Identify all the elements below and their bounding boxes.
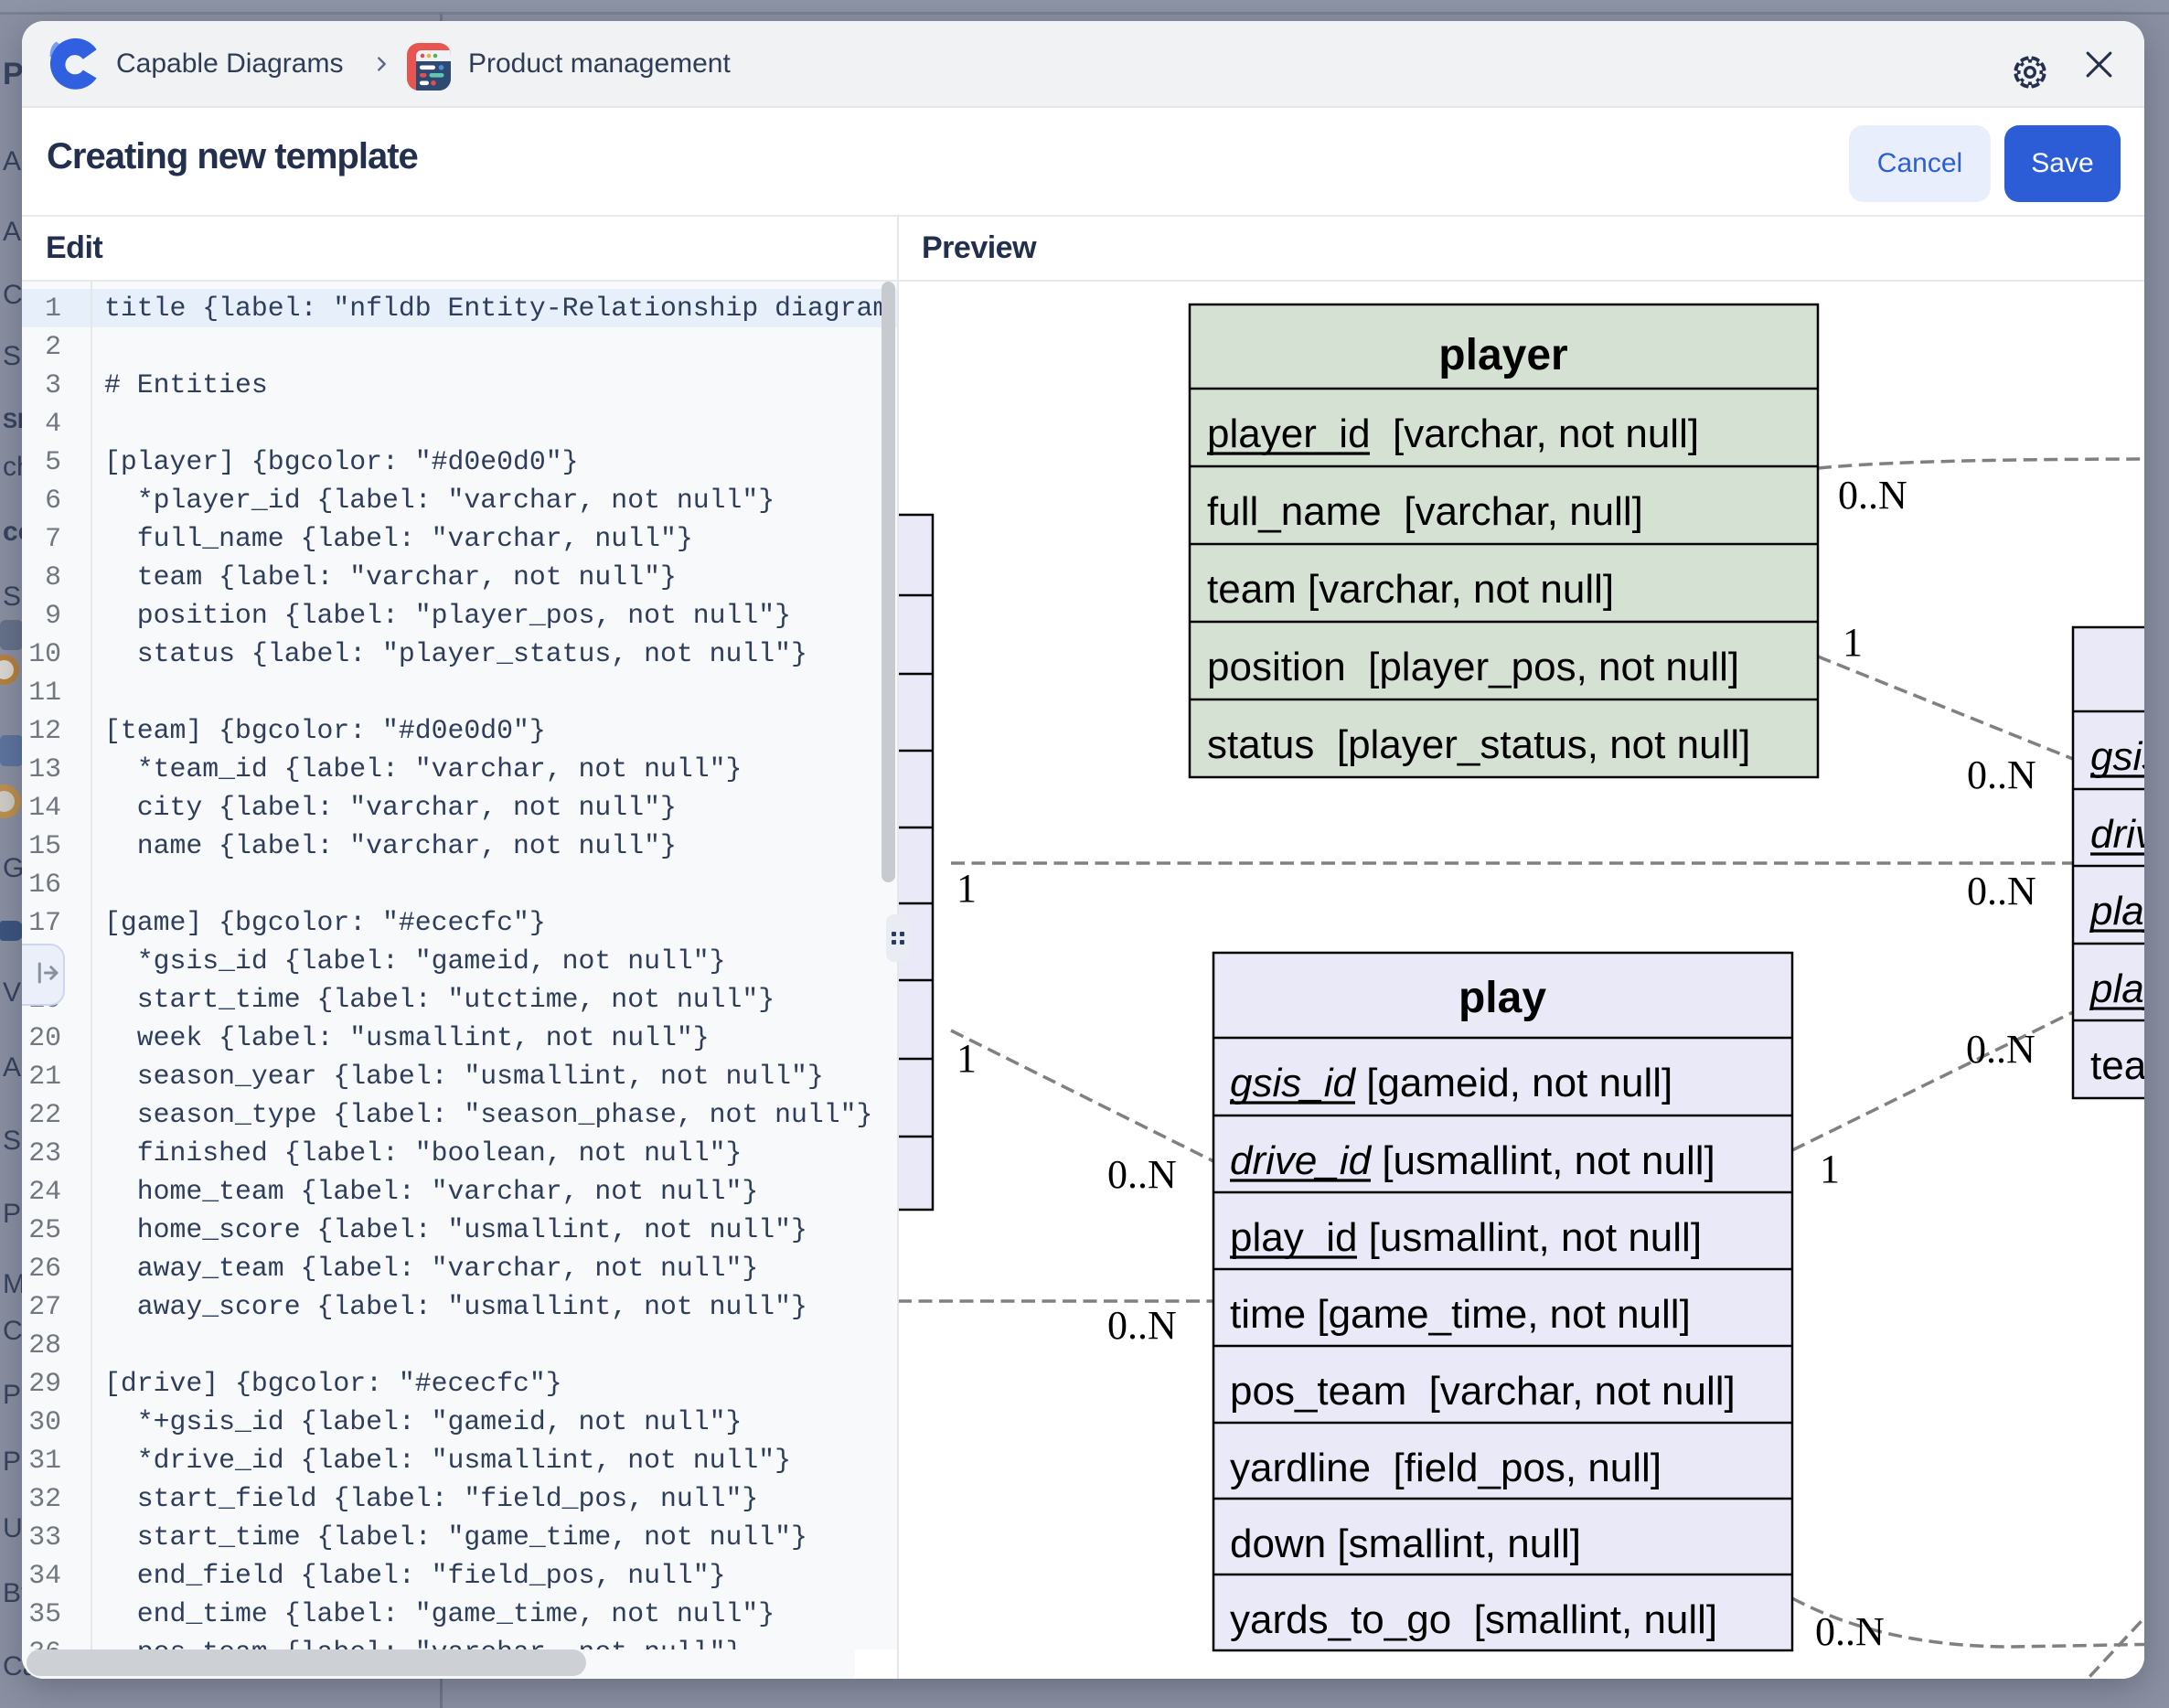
svg-text:player_id: player_id [2089, 966, 2144, 1011]
svg-text:play_id [usmallint, not null]: play_id [usmallint, not null] [1230, 1215, 1702, 1260]
svg-text:full_name [varchar, null]: full_name [varchar, null] [1207, 489, 1643, 534]
svg-text:yards_to_go [smallint, null]: yards_to_go [smallint, null] [1230, 1597, 1717, 1642]
svg-text:gsis_id: gsis_id [2090, 734, 2144, 779]
svg-text:0..N: 0..N [1107, 1152, 1177, 1197]
svg-text:0..N: 0..N [1967, 753, 2036, 797]
svg-text:yardline [field_pos, null]: yardline [field_pos, null] [1230, 1446, 1661, 1490]
svg-text:0..N: 0..N [1966, 1027, 2035, 1072]
svg-text:drive_id: drive_id [2090, 812, 2144, 857]
svg-text:1: 1 [956, 866, 977, 911]
svg-text:time [game_time, not null]: time [game_time, not null] [1230, 1292, 1691, 1337]
svg-text:player: player [1438, 331, 1567, 379]
svg-text:1: 1 [1820, 1147, 1840, 1191]
svg-text:pos_team [varchar, not null]: pos_team [varchar, not null] [1230, 1369, 1736, 1414]
svg-text:down [smallint, null]: down [smallint, null] [1230, 1521, 1581, 1566]
svg-text:position [player_pos, not nul: position [player_pos, not null] [1207, 645, 1739, 689]
svg-text:play: play [1458, 974, 1546, 1022]
svg-text:1: 1 [1843, 620, 1863, 665]
svg-text:status [player_status, not nu: status [player_status, not null] [1207, 722, 1750, 767]
svg-text:player_id [varchar, not null]: player_id [varchar, not null] [1207, 411, 1699, 456]
svg-text:play_id: play_id [2089, 889, 2144, 934]
svg-text:1: 1 [956, 1036, 977, 1081]
svg-text:0..N: 0..N [1838, 473, 1907, 518]
svg-text:drive_id [usmallint, not null]: drive_id [usmallint, not null] [1230, 1138, 1715, 1183]
svg-text:gsis_id [gameid, not null]: gsis_id [gameid, not null] [1230, 1061, 1672, 1105]
svg-text:team: team [2090, 1043, 2144, 1088]
svg-text:team [varchar, not null]: team [varchar, not null] [1207, 567, 1614, 612]
svg-text:0..N: 0..N [1107, 1303, 1177, 1348]
svg-text:0..N: 0..N [1967, 869, 2036, 913]
svg-text:0..N: 0..N [1815, 1609, 1885, 1654]
